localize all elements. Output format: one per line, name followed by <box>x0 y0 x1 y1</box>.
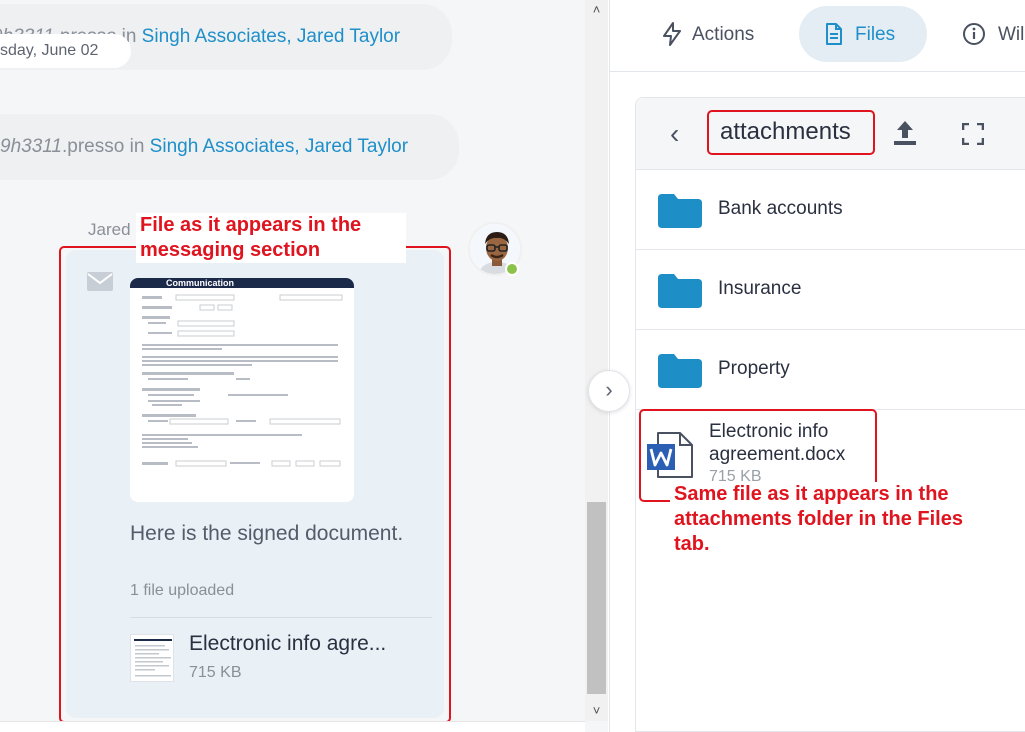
back-icon[interactable]: ‹ <box>670 118 679 150</box>
scroll-up-icon[interactable]: ˄ <box>585 0 608 20</box>
tab-label: Wil <box>998 24 1025 45</box>
callout-message: File as it appears in the messaging sect… <box>136 213 406 263</box>
scroll-thumb[interactable] <box>587 502 606 694</box>
file-icon <box>826 23 842 45</box>
vertical-scrollbar[interactable]: ˄ ˅ <box>585 0 608 721</box>
user-handle[interactable]: 9h3311 <box>0 136 62 157</box>
folder-row[interactable]: Insurance <box>636 250 1025 330</box>
user-handle-suffix: .presso <box>62 136 125 157</box>
activity-bubble: 9h3311.presso in Singh Associates, Jared… <box>0 114 459 180</box>
callout-files: Same file as it appears in the attachmen… <box>670 482 1000 557</box>
chevron-right-icon: › <box>605 377 613 402</box>
scroll-down-icon[interactable]: ˅ <box>585 701 608 721</box>
tab-label: Files <box>855 24 896 45</box>
online-status-dot <box>505 262 519 276</box>
bottom-bar <box>0 721 585 732</box>
tab-wiki[interactable]: Wil <box>962 6 1024 62</box>
collapse-panel-button[interactable]: › <box>588 370 630 412</box>
sender-name: Jared <box>88 220 131 239</box>
tab-files[interactable]: Files <box>799 6 927 62</box>
channel-link[interactable]: Singh Associates, Jared Taylor <box>150 136 408 157</box>
highlight-box <box>707 110 875 155</box>
folder-name: Property <box>718 358 790 379</box>
side-panel: Actions Files Wil ‹ attachments Bank acc… <box>609 0 1025 732</box>
tab-bar: Actions Files Wil <box>610 0 1025 72</box>
folder-row[interactable]: Property <box>636 330 1025 410</box>
date-text: sday, June 02 <box>0 42 99 59</box>
info-icon <box>963 23 985 45</box>
highlight-box <box>59 246 451 723</box>
tab-label: Actions <box>692 24 755 45</box>
folder-icon <box>658 354 702 388</box>
message-pane: 9h3311.presso in Singh Associates, Jared… <box>0 0 608 732</box>
folder-row[interactable]: Bank accounts <box>636 170 1025 250</box>
folder-icon <box>658 274 702 308</box>
tab-actions[interactable]: Actions <box>660 6 754 62</box>
channel-link[interactable]: Singh Associates, Jared Taylor <box>142 26 400 47</box>
folder-icon <box>658 194 702 228</box>
expand-icon[interactable] <box>962 123 984 145</box>
date-separator: sday, June 02 <box>0 34 131 68</box>
in-text: in <box>129 136 145 157</box>
folder-name: Bank accounts <box>718 198 843 219</box>
folder-name: Insurance <box>718 278 802 299</box>
lightning-icon <box>663 22 681 46</box>
upload-icon[interactable] <box>892 119 918 147</box>
